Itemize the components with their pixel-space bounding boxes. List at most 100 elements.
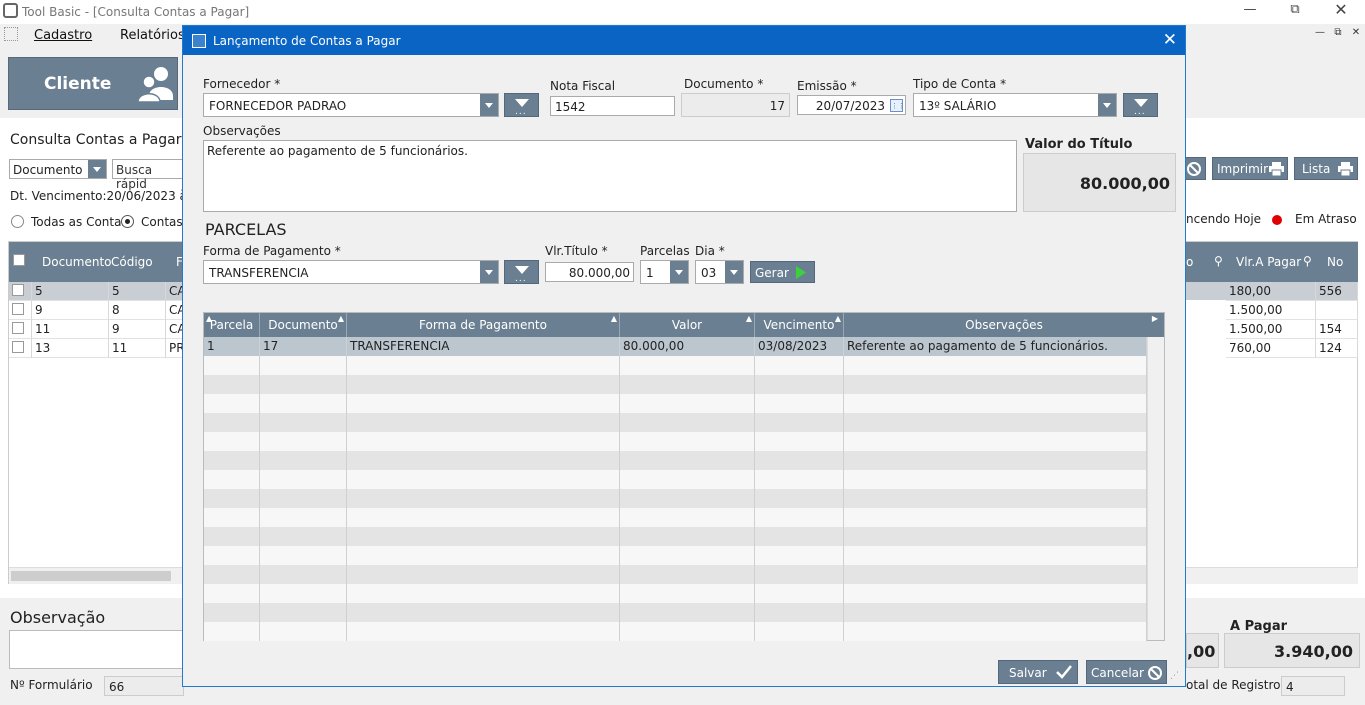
- minimize-icon[interactable]: —: [1235, 2, 1265, 17]
- window-title: Tool Basic - [Consulta Contas a Pagar]: [22, 5, 250, 19]
- cell-codigo: 5: [109, 282, 166, 301]
- fornecedor-search-button[interactable]: ...: [504, 93, 539, 117]
- quick-search-input[interactable]: Busca rápid: [112, 159, 187, 191]
- bg-cancel-filter-button[interactable]: [1184, 157, 1206, 180]
- total-registros-input: 4: [1281, 676, 1345, 696]
- row-checkbox[interactable]: [12, 322, 24, 334]
- nota-fiscal-input[interactable]: 1542: [550, 96, 675, 116]
- empty-cell: [620, 356, 755, 375]
- bg-header-documento[interactable]: Documento: [42, 255, 112, 269]
- calendar-icon[interactable]: ⋮⋮: [890, 99, 905, 112]
- valor-titulo-box: 80.000,00: [1023, 153, 1176, 212]
- filter-field-select[interactable]: Documento: [9, 159, 107, 179]
- empty-cell: [204, 565, 260, 584]
- bg-header-no[interactable]: No: [1327, 255, 1343, 269]
- empty-cell: [347, 432, 620, 451]
- header-observacoes[interactable]: ▶ Observações: [844, 313, 1164, 337]
- filter-icon: [515, 99, 529, 107]
- header-documento[interactable]: ▲ Documento: [260, 313, 347, 337]
- cliente-button[interactable]: Cliente: [8, 57, 178, 110]
- empty-cell: [204, 489, 260, 508]
- empty-cell: [755, 470, 844, 489]
- imprimir-button[interactable]: Imprimir: [1212, 157, 1288, 180]
- row-checkbox[interactable]: [12, 284, 24, 296]
- header-parcela[interactable]: ▲ Parcela: [204, 313, 260, 337]
- mdi-close-icon[interactable]: ✕: [1349, 27, 1363, 38]
- legend-late: Em Atraso: [1295, 212, 1357, 226]
- parcelas-select[interactable]: 1: [640, 260, 689, 284]
- gerar-button[interactable]: Gerar: [750, 261, 815, 283]
- cell-documento: 13: [32, 339, 109, 358]
- bg-header-vlr-pagar[interactable]: Vlr.A Pagar: [1236, 255, 1301, 269]
- radio-all-accounts[interactable]: [11, 215, 24, 228]
- empty-cell: [755, 489, 844, 508]
- cell-documento: 5: [32, 282, 109, 301]
- empty-cell: [620, 394, 755, 413]
- empty-cell: [620, 622, 755, 641]
- salvar-button[interactable]: Salvar: [998, 660, 1078, 684]
- empty-row: [204, 432, 1147, 451]
- mdi-restore-icon[interactable]: ⧉: [1331, 27, 1345, 38]
- total-box: ,00: [1186, 633, 1219, 668]
- header-valor[interactable]: ▲ Valor: [620, 313, 755, 337]
- bg-header-o[interactable]: o: [1186, 255, 1193, 269]
- empty-cell: [347, 375, 620, 394]
- mdi-minimize-icon[interactable]: —: [1313, 27, 1327, 38]
- printer-icon: [1338, 162, 1353, 176]
- fornecedor-select[interactable]: FORNECEDOR PADRAO: [203, 93, 499, 117]
- close-icon[interactable]: ✕: [1163, 30, 1177, 50]
- menu-relatorios[interactable]: Relatórios: [120, 28, 185, 43]
- cell-no: [1316, 301, 1358, 320]
- tipo-conta-value: 13º SALÁRIO: [919, 99, 997, 113]
- empty-cell: [620, 584, 755, 603]
- dia-select[interactable]: 03: [695, 260, 744, 284]
- parcelas-value: 1: [646, 266, 654, 280]
- lista-button[interactable]: Lista: [1294, 157, 1358, 180]
- emissao-label: Emissão *: [797, 79, 857, 93]
- menu-cadastro[interactable]: Cadastro: [34, 28, 92, 43]
- empty-cell: [347, 603, 620, 622]
- formulario-label: Nº Formulário: [10, 678, 93, 692]
- cell-vlr-pagar: 1.500,00: [1226, 301, 1316, 320]
- header-vencimento[interactable]: ▲ Vencimento: [755, 313, 844, 337]
- empty-cell: [755, 375, 844, 394]
- vertical-scrollbar[interactable]: [1147, 337, 1164, 640]
- empty-cell: [844, 470, 1147, 489]
- row-checkbox[interactable]: [12, 303, 24, 315]
- vlr-titulo-input[interactable]: 80.000,00: [545, 262, 634, 282]
- select-all-checkbox[interactable]: [13, 254, 25, 266]
- play-icon: [796, 266, 806, 279]
- tipo-conta-select[interactable]: 13º SALÁRIO: [913, 93, 1117, 117]
- empty-row: [204, 356, 1147, 375]
- empty-cell: [204, 394, 260, 413]
- fornecedor-value: FORNECEDOR PADRAO: [209, 99, 347, 113]
- tipo-conta-search-button[interactable]: ...: [1123, 93, 1158, 117]
- restore-icon[interactable]: ⧉: [1280, 2, 1310, 17]
- observacao-textarea[interactable]: [9, 630, 184, 669]
- header-forma-pagamento[interactable]: ▲ Forma de Pagamento: [347, 313, 620, 337]
- observacoes-textarea[interactable]: Referente ao pagamento de 5 funcionários…: [203, 140, 1017, 212]
- cancelar-button[interactable]: Cancelar: [1086, 660, 1167, 684]
- radio-open-accounts[interactable]: [121, 215, 134, 228]
- forma-pagamento-select[interactable]: TRANSFERENCIA: [203, 260, 499, 284]
- table-row[interactable]: 1 17 TRANSFERENCIA 80.000,00 03/08/2023 …: [204, 337, 1147, 356]
- empty-row: [204, 508, 1147, 527]
- empty-cell: [260, 394, 347, 413]
- row-checkbox[interactable]: [12, 341, 24, 353]
- resize-grip-icon[interactable]: ⋰: [1170, 671, 1179, 681]
- empty-cell: [755, 622, 844, 641]
- empty-cell: [844, 489, 1147, 508]
- tipo-conta-label: Tipo de Conta *: [913, 77, 1007, 91]
- forma-pagamento-search-button[interactable]: ...: [504, 260, 539, 284]
- empty-cell: [204, 546, 260, 565]
- nota-fiscal-label: Nota Fiscal: [550, 79, 616, 93]
- search-icon[interactable]: ⚲: [1303, 254, 1312, 268]
- bg-header-codigo[interactable]: Código: [111, 255, 153, 269]
- search-icon[interactable]: ⚲: [1214, 254, 1223, 268]
- empty-row: [204, 394, 1147, 413]
- valor-titulo-value: 80.000,00: [1079, 174, 1170, 193]
- empty-cell: [755, 413, 844, 432]
- empty-cell: [204, 527, 260, 546]
- close-icon[interactable]: ✕: [1326, 0, 1356, 19]
- emissao-date-input[interactable]: 20/07/2023 ⋮⋮: [797, 95, 906, 115]
